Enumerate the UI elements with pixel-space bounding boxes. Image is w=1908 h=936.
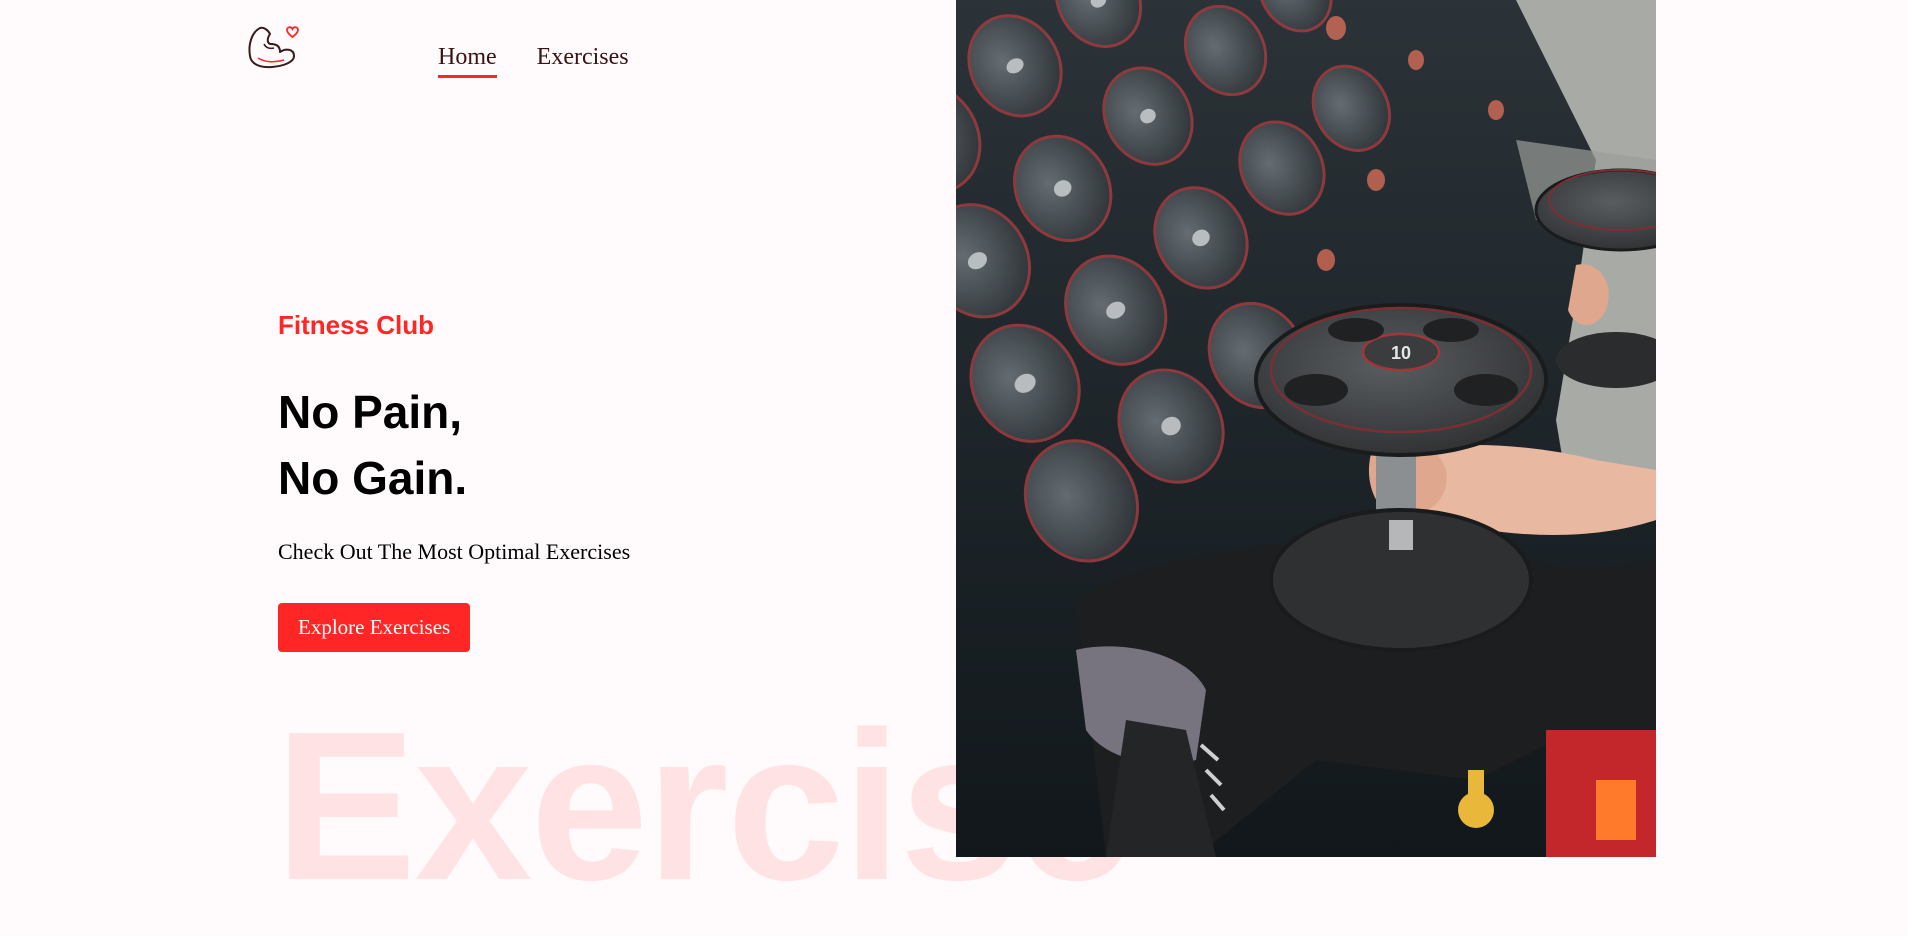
plate-weight-label: 10 — [1391, 343, 1411, 363]
hero-section: Fitness Club No Pain, No Gain. Check Out… — [278, 310, 898, 652]
hero-subtitle: Check Out The Most Optimal Exercises — [278, 539, 631, 564]
logo-flexed-arm-heart-icon[interactable] — [244, 22, 300, 74]
hero-headline: No Pain, No Gain. — [278, 379, 898, 511]
hero-banner-image: 10 — [956, 0, 1656, 857]
gym-dumbbell-photo-illustration: 10 — [956, 0, 1656, 857]
explore-exercises-button[interactable]: Explore Exercises — [278, 603, 471, 652]
main-nav: Home Exercises — [438, 44, 629, 78]
hero-tagline: Fitness Club — [278, 310, 435, 340]
nav-link-exercises[interactable]: Exercises — [537, 44, 629, 78]
hero-headline-line1: No Pain, — [278, 386, 463, 438]
hero-headline-line2: No Gain. — [278, 452, 468, 504]
nav-link-home[interactable]: Home — [438, 44, 497, 78]
page: Exercise Home Exercises Fitness Club No … — [0, 0, 1908, 936]
